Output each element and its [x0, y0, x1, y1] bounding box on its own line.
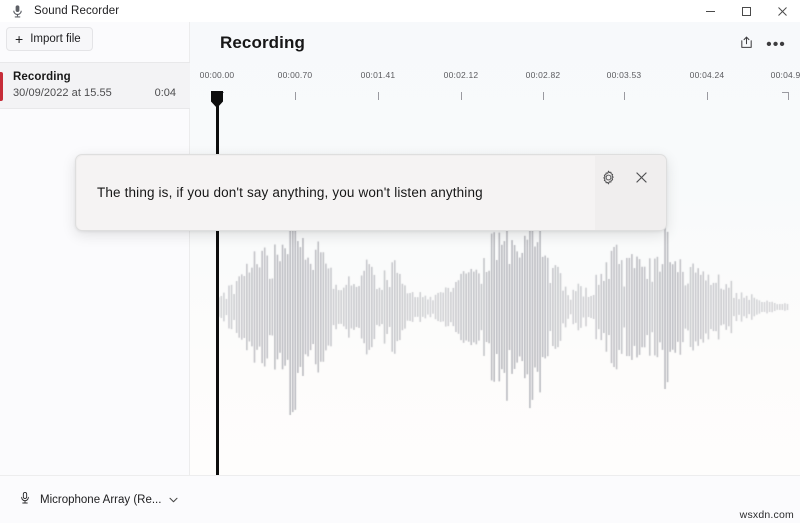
ruler-tick-label: 00:00.70 [277, 70, 313, 80]
titlebar-app-identity: Sound Recorder [0, 4, 119, 19]
recording-meta: 30/09/2022 at 15.55 0:04 [13, 87, 178, 99]
microphone-selector[interactable]: Microphone Array (Re... [16, 488, 184, 511]
chevron-down-icon [169, 495, 178, 505]
bottom-toolbar: Microphone Array (Re... 00:00:00.00/00:0… [0, 475, 800, 523]
transcription-settings-button[interactable] [596, 168, 620, 192]
ruler-tick-label: 00:01.41 [360, 70, 396, 80]
ruler-tick-mark [461, 92, 462, 100]
ruler-tick-mark [624, 92, 625, 100]
share-icon [739, 35, 754, 55]
ruler-tick-label: 00:04.94 [770, 70, 800, 80]
minimize-button[interactable] [692, 0, 728, 22]
ruler-tick-mark [707, 92, 708, 100]
import-file-label: Import file [30, 33, 81, 45]
more-options-button[interactable]: ••• [762, 32, 790, 58]
microphone-icon [18, 491, 32, 508]
list-item[interactable]: Recording 30/09/2022 at 15.55 0:04 [0, 62, 190, 109]
close-button[interactable] [764, 0, 800, 22]
ruler-tick-mark [543, 92, 544, 100]
ruler-tick-label: 00:03.53 [606, 70, 642, 80]
sound-recorder-window: Sound Recorder + Import file Recording 3… [0, 0, 800, 523]
title-bar: Sound Recorder [0, 0, 800, 22]
import-file-button[interactable]: + Import file [6, 27, 93, 51]
transcription-actions [596, 168, 653, 192]
ruler-tick-label: 00:04.24 [689, 70, 725, 80]
selection-accent-bar [0, 72, 3, 101]
recording-date: 30/09/2022 at 15.55 [13, 87, 112, 99]
ruler-tick-mark [295, 92, 296, 100]
ellipsis-icon: ••• [766, 36, 786, 53]
plus-icon: + [15, 31, 24, 47]
microphone-label: Microphone Array (Re... [40, 493, 162, 506]
main-header: Recording ••• [190, 22, 800, 68]
microphone-icon [10, 4, 25, 19]
ruler-tick-label: 00:02.12 [443, 70, 479, 80]
sidebar: + Import file Recording 30/09/2022 at 15… [0, 22, 190, 475]
ruler-tick-label: 00:02.82 [525, 70, 561, 80]
close-icon [635, 171, 648, 189]
page-title: Recording [220, 33, 305, 52]
app-title: Sound Recorder [34, 5, 120, 17]
transcription-close-button[interactable] [629, 168, 653, 192]
transcription-text-area[interactable]: The thing is, if you don't say anything,… [77, 156, 595, 230]
watermark: wsxdn.com [739, 509, 794, 521]
ruler-tick-mark [782, 92, 789, 100]
ruler-tick-mark [378, 92, 379, 100]
share-button[interactable] [732, 32, 760, 58]
header-actions: ••• [732, 32, 790, 58]
recordings-list: Recording 30/09/2022 at 15.55 0:04 [0, 62, 190, 109]
main-panel: Recording ••• 00:00.00 00:00.70 00:01.41… [190, 22, 800, 486]
transcription-popup: The thing is, if you don't say anything,… [75, 154, 667, 231]
gear-icon [601, 170, 616, 190]
transcription-text: The thing is, if you don't say anything,… [97, 185, 483, 200]
ruler-tick-label: 00:00.00 [199, 70, 235, 80]
recording-duration: 0:04 [154, 87, 176, 99]
timeline-ruler[interactable]: 00:00.00 00:00.70 00:01.41 00:02.12 00:0… [190, 70, 800, 118]
recording-title: Recording [13, 71, 71, 83]
window-controls [692, 0, 800, 22]
maximize-button[interactable] [728, 0, 764, 22]
